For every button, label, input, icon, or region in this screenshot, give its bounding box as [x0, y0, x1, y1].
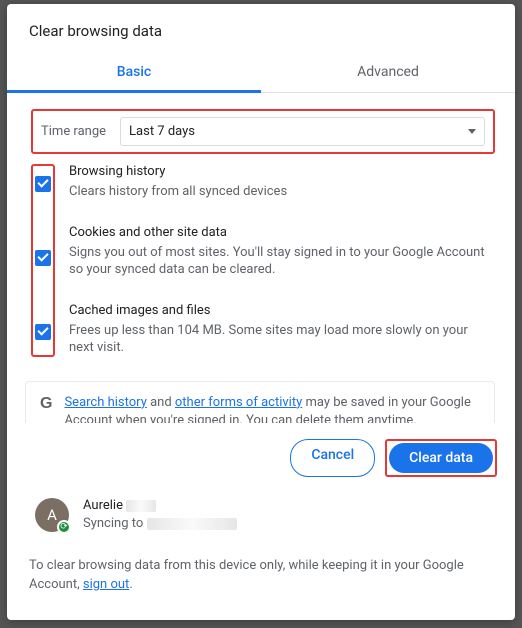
cancel-button[interactable]: Cancel [290, 439, 375, 477]
redacted-text [126, 500, 156, 512]
link-search-history[interactable]: Search history [64, 395, 146, 410]
tab-advanced[interactable]: Advanced [261, 54, 515, 92]
options-section: Browsing history Clears history from all… [31, 164, 495, 357]
dialog-title: Clear browsing data [7, 4, 515, 54]
checkbox-column-highlight [31, 164, 55, 357]
profile-text: Aurelie Syncing to [83, 497, 237, 533]
options-list: Browsing history Clears history from all… [69, 164, 495, 357]
clear-data-button[interactable]: Clear data [389, 443, 493, 473]
option-cookies: Cookies and other site data Signs you ou… [69, 225, 495, 279]
option-title: Cached images and files [69, 303, 495, 318]
checkbox-browsing-history[interactable] [35, 176, 51, 192]
tab-basic[interactable]: Basic [7, 54, 261, 92]
clear-browsing-data-dialog: Clear browsing data Basic Advanced Time … [7, 4, 515, 620]
profile-row: A Aurelie Syncing to [7, 489, 515, 537]
time-range-label: Time range [41, 124, 106, 139]
footer-note: To clear browsing data from this device … [7, 537, 515, 613]
option-title: Browsing history [69, 164, 495, 179]
time-range-select[interactable]: Last 7 days [120, 117, 485, 146]
link-sign-out[interactable]: sign out [83, 577, 129, 592]
info-text: Search history and other forms of activi… [64, 394, 480, 423]
time-range-row: Time range Last 7 days [31, 109, 495, 154]
avatar-initial: A [47, 506, 57, 524]
option-desc: Signs you out of most sites. You'll stay… [69, 244, 495, 279]
link-other-activity[interactable]: other forms of activity [175, 395, 302, 410]
dialog-button-row: Cancel Clear data [7, 423, 515, 489]
chevron-down-icon [468, 129, 476, 134]
redacted-text [147, 518, 237, 530]
option-cached: Cached images and files Frees up less th… [69, 303, 495, 357]
options-scroll-area[interactable]: Time range Last 7 days Browsing history … [7, 93, 515, 423]
option-title: Cookies and other site data [69, 225, 495, 240]
option-desc: Frees up less than 104 MB. Some sites ma… [69, 322, 495, 357]
avatar: A [35, 498, 69, 532]
option-browsing-history: Browsing history Clears history from all… [69, 164, 495, 201]
clear-data-highlight: Clear data [385, 439, 497, 477]
sync-line: Syncing to [83, 516, 143, 531]
google-icon: G [40, 394, 52, 412]
profile-name: Aurelie [83, 498, 123, 513]
option-desc: Clears history from all synced devices [69, 183, 495, 201]
sync-icon [57, 520, 71, 534]
checkbox-cached[interactable] [35, 324, 51, 340]
tab-bar: Basic Advanced [7, 54, 515, 93]
time-range-value: Last 7 days [129, 124, 195, 139]
checkbox-cookies[interactable] [35, 250, 51, 266]
google-info-box: G Search history and other forms of acti… [25, 381, 495, 423]
